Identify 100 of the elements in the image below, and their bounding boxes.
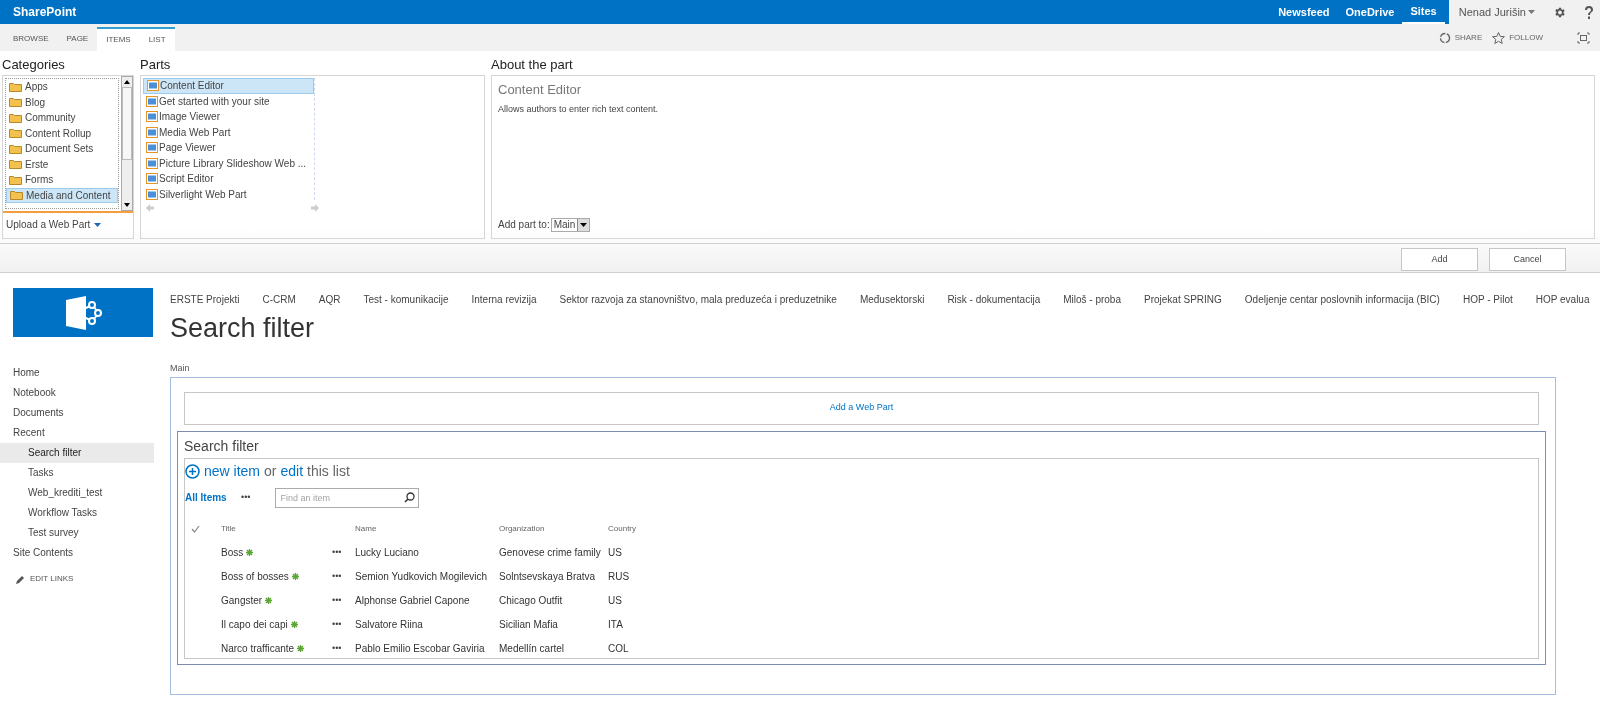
item-title-link[interactable]: Narco trafficante xyxy=(221,641,295,656)
suite-link[interactable]: Newsfeed xyxy=(1270,0,1338,24)
nav-link[interactable]: Search filter xyxy=(0,443,154,463)
column-header[interactable]: Title xyxy=(221,522,332,535)
item-menu-button[interactable]: ••• xyxy=(332,545,355,560)
category-item[interactable]: Blog xyxy=(6,94,118,110)
nav-link[interactable]: Workflow Tasks xyxy=(0,503,170,523)
ribbon-tab[interactable]: LIST xyxy=(139,27,175,51)
page-title: Search filter xyxy=(170,312,316,345)
item-title-link[interactable]: Il capo dei capi xyxy=(221,617,288,632)
top-nav-link[interactable]: C-CRM xyxy=(262,292,296,306)
part-item[interactable]: Get started with your site xyxy=(143,93,314,109)
plus-circle-icon xyxy=(185,464,200,479)
category-item[interactable]: Community xyxy=(6,110,118,126)
nav-link[interactable]: Home xyxy=(0,363,170,383)
top-nav-link[interactable]: Sektor razvoja za stanovništvo, mala preduzeća i preduzetnike xyxy=(559,292,837,306)
folder-icon xyxy=(9,128,22,139)
table-cell-text: US xyxy=(608,594,623,608)
nav-link[interactable]: Tasks xyxy=(0,463,170,483)
search-icon xyxy=(404,491,416,503)
category-item[interactable]: Erste xyxy=(6,156,118,172)
ribbon-tab[interactable]: PAGE xyxy=(57,27,98,51)
focus-icon xyxy=(1577,31,1590,44)
left-arrow-icon xyxy=(146,204,154,212)
category-item[interactable]: Document Sets xyxy=(6,141,118,157)
section-heading: About the part xyxy=(491,56,574,74)
column-header[interactable]: Name xyxy=(355,522,499,535)
part-item[interactable]: Image Viewer xyxy=(143,109,314,125)
top-nav-link[interactable]: HOP - Pilot xyxy=(1462,292,1513,306)
top-nav-link[interactable]: Odeljenje centar poslovnih informacija (BIC) xyxy=(1244,292,1440,306)
item-title-link[interactable]: Gangster xyxy=(221,593,263,608)
top-nav-link[interactable]: Međusektorski xyxy=(859,292,925,306)
caret-icon xyxy=(1528,10,1535,14)
list-text: this list xyxy=(307,462,350,481)
web-part-icon xyxy=(146,188,158,200)
item-menu-button[interactable]: ••• xyxy=(332,593,355,608)
table-cell-text: Pablo Emilio Escobar Gaviria xyxy=(355,642,486,656)
brand-name[interactable]: SharePoint xyxy=(13,3,77,21)
category-item[interactable]: Content Rollup xyxy=(6,125,118,141)
category-item[interactable]: Apps xyxy=(6,79,118,95)
table-cell-text: Salvatore Riina xyxy=(355,618,424,632)
part-description: Allows authors to enter rich text content. xyxy=(498,102,660,116)
top-nav-link[interactable]: Risk - dokumentacija xyxy=(947,292,1041,306)
ribbon-tab[interactable]: BROWSE xyxy=(4,27,58,51)
share-button[interactable]: SHARE xyxy=(1454,31,1483,44)
nav-link[interactable]: Test survey xyxy=(0,523,170,543)
table-cell-text: RUS xyxy=(608,570,631,584)
top-nav-link[interactable]: ERSTE Projekti xyxy=(170,292,240,306)
checkmark-icon xyxy=(191,524,200,533)
nav-link[interactable]: Site Contents xyxy=(0,543,170,563)
item-menu-button[interactable]: ••• xyxy=(332,569,355,584)
column-header[interactable]: Country xyxy=(608,522,668,535)
dialog-button[interactable]: Cancel xyxy=(1489,248,1566,271)
table-cell-text: ITA xyxy=(608,618,624,632)
category-item[interactable]: Forms xyxy=(6,172,118,188)
suite-link[interactable]: OneDrive xyxy=(1337,0,1403,24)
nav-link[interactable]: Web_krediti_test xyxy=(0,483,170,503)
column-header[interactable]: Organization xyxy=(499,522,608,535)
folder-icon xyxy=(9,97,22,108)
item-title-link[interactable]: Boss of bosses xyxy=(221,569,289,584)
part-item[interactable]: Silverlight Web Part xyxy=(143,186,314,202)
section-heading: Categories xyxy=(2,56,66,74)
view-tab[interactable]: All Items xyxy=(185,490,241,505)
item-title-link[interactable]: Boss xyxy=(221,545,244,560)
settings-icon xyxy=(1553,5,1566,19)
part-item[interactable]: Page Viewer xyxy=(143,140,314,156)
part-item[interactable]: Content Editor xyxy=(143,78,314,94)
scrollbar[interactable] xyxy=(121,76,133,211)
zone-dropdown[interactable]: Main xyxy=(550,217,591,232)
add-web-part-button[interactable]: Add a Web Part xyxy=(184,391,1539,425)
part-item[interactable]: Media Web Part xyxy=(143,124,314,140)
pencil-icon xyxy=(16,574,25,584)
part-item[interactable]: Script Editor xyxy=(143,171,314,187)
table-cell-text: Chicago Outfit xyxy=(499,594,564,608)
top-nav-link[interactable]: HOP evalua xyxy=(1535,292,1590,306)
folder-icon xyxy=(9,174,22,185)
follow-button[interactable]: FOLLOW xyxy=(1509,31,1543,44)
nav-link[interactable]: Notebook xyxy=(0,383,170,403)
item-menu-button[interactable]: ••• xyxy=(332,641,355,656)
view-menu-button[interactable]: ••• xyxy=(241,490,251,505)
dialog-button[interactable]: Add xyxy=(1401,248,1478,271)
category-item[interactable]: Media and Content xyxy=(6,187,118,203)
top-nav-link[interactable]: Miloš - proba xyxy=(1063,292,1121,306)
nav-link[interactable]: Documents xyxy=(0,403,170,423)
edit-links[interactable]: EDIT LINKS xyxy=(30,573,74,585)
search-field[interactable]: Find an item xyxy=(275,487,420,508)
upload-link[interactable]: Upload a Web Part xyxy=(6,217,91,232)
part-item[interactable]: Picture Library Slideshow Web ... xyxy=(143,155,314,171)
top-nav-link[interactable]: Interna revizija xyxy=(471,292,537,306)
caret-icon xyxy=(580,222,588,227)
top-nav-link[interactable]: Projekat SPRING xyxy=(1144,292,1222,306)
edit-link[interactable]: edit xyxy=(280,461,304,482)
top-nav-link[interactable]: Test - komunikacije xyxy=(363,292,449,306)
item-menu-button[interactable]: ••• xyxy=(332,617,355,632)
conjunction-text: or xyxy=(264,462,277,481)
ribbon-tab[interactable]: ITEMS xyxy=(97,27,140,51)
new-item-link[interactable]: new item xyxy=(204,461,261,482)
nav-link[interactable]: Recent xyxy=(0,423,170,443)
web-part-icon xyxy=(147,80,159,92)
top-nav-link[interactable]: AQR xyxy=(318,292,341,306)
